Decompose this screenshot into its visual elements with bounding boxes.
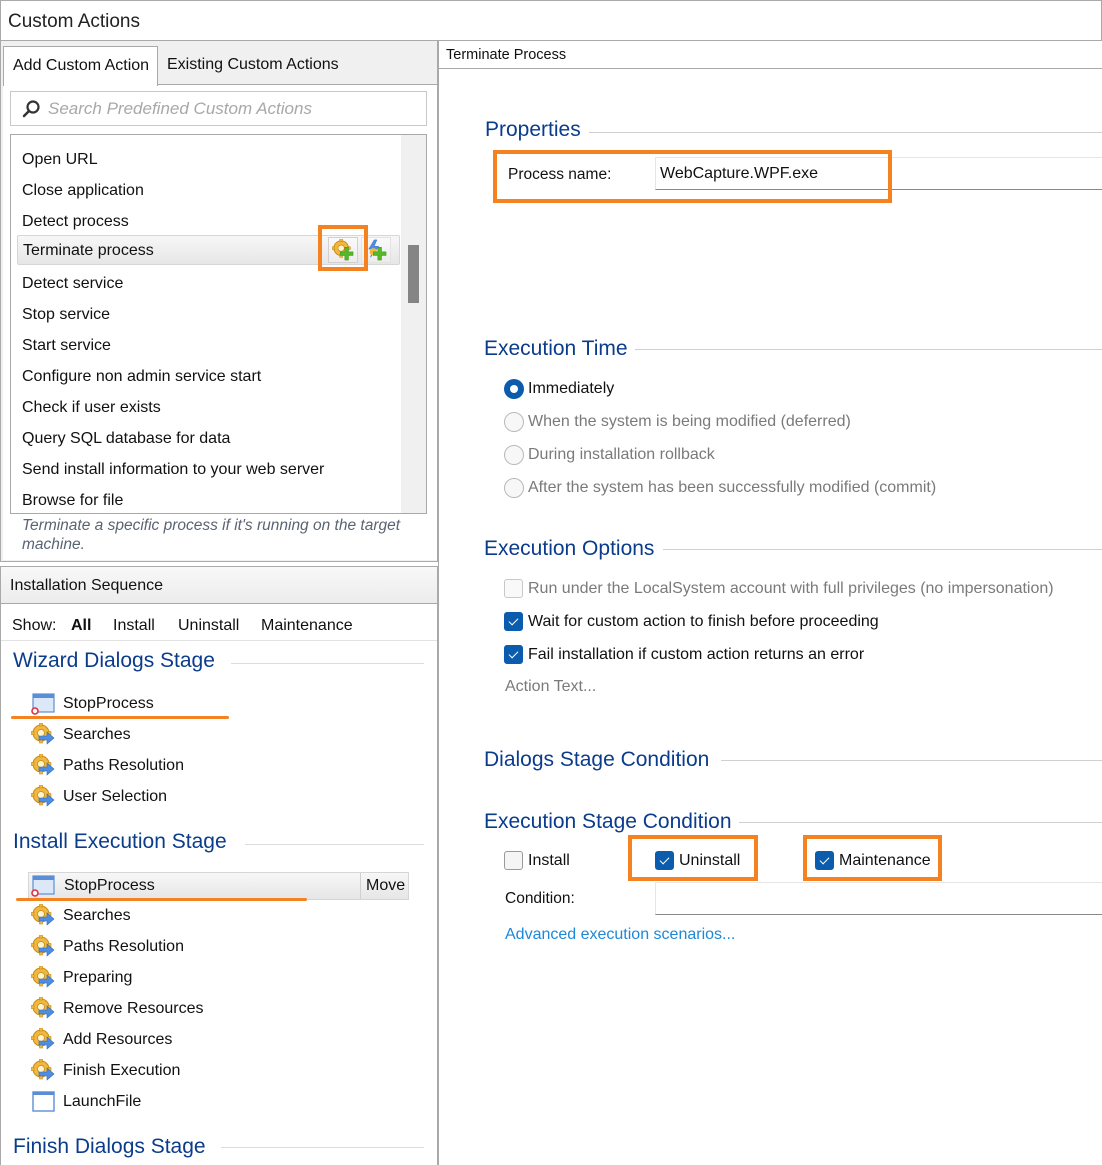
section-title-execution-options: Execution Options <box>484 537 655 560</box>
section-title-execution-condition: Execution Stage Condition <box>484 810 732 833</box>
radio-button[interactable] <box>504 412 524 432</box>
search-box[interactable] <box>10 91 427 126</box>
gear-arrow-icon <box>31 723 55 747</box>
list-item[interactable]: Check if user exists <box>17 393 400 423</box>
list-item-label: Terminate process <box>23 242 154 259</box>
filter-install[interactable]: Install <box>113 617 155 635</box>
highlight-underline <box>11 716 229 719</box>
sequence-item-label: StopProcess <box>64 877 155 894</box>
sequence-item-label: User Selection <box>63 788 168 805</box>
gear-arrow-icon <box>31 785 55 809</box>
window-title: Custom Actions <box>0 0 1102 41</box>
list-item[interactable]: Stop service <box>17 300 400 330</box>
action-text-link[interactable]: Action Text... <box>505 678 596 696</box>
divider <box>589 132 1102 133</box>
list-item[interactable]: Start service <box>17 331 400 361</box>
search-input[interactable] <box>48 98 418 120</box>
dialog-icon <box>31 875 55 897</box>
list-item[interactable]: Close application <box>17 176 400 206</box>
sequence-item-selected[interactable]: StopProcess Move <box>28 872 409 900</box>
highlight-uninstall <box>628 835 758 881</box>
gear-arrow-icon <box>31 1028 55 1052</box>
window-icon <box>32 1091 55 1112</box>
gear-arrow-icon <box>31 997 55 1021</box>
sequence-item-label: Add Resources <box>63 1031 173 1048</box>
gear-arrow-icon <box>31 754 55 778</box>
filter-uninstall[interactable]: Uninstall <box>178 617 239 635</box>
highlight-add-button <box>318 225 368 271</box>
checkbox[interactable] <box>504 645 523 664</box>
installation-sequence-panel: Installation Sequence Show: All Install … <box>0 566 438 1165</box>
filter-all[interactable]: All <box>71 617 91 635</box>
tab-add-custom-action[interactable]: Add Custom Action <box>3 46 158 86</box>
condition-label: Condition: <box>505 890 575 907</box>
list-item-selected[interactable]: Terminate process <box>17 225 400 271</box>
checkbox[interactable] <box>504 612 523 631</box>
filter-maintenance[interactable]: Maintenance <box>261 617 353 635</box>
highlight-underline <box>16 898 307 901</box>
stage-title-wizard-dialogs: Wizard Dialogs Stage <box>13 649 215 672</box>
sequence-item-label: Paths Resolution <box>63 757 184 774</box>
show-filter-bar: Show: All Install Uninstall Maintenance <box>1 605 437 641</box>
action-description: Terminate a specific process if it's run… <box>22 517 401 553</box>
section-title-execution-time: Execution Time <box>484 337 628 360</box>
section-title-dialogs-condition: Dialogs Stage Condition <box>484 748 710 771</box>
stage-title-finish-dialogs: Finish Dialogs Stage <box>13 1135 206 1158</box>
list-item[interactable]: Open URL <box>17 145 400 175</box>
scrollbar-thumb[interactable] <box>408 245 419 303</box>
stage-title-install-execution: Install Execution Stage <box>13 830 227 853</box>
search-icon <box>22 100 40 118</box>
predefined-actions-list[interactable]: Open URL Close application Detect proces… <box>10 134 427 514</box>
gear-arrow-icon <box>31 904 55 928</box>
sequence-item-label: Searches <box>63 726 131 743</box>
highlight-process-name <box>493 150 892 203</box>
list-item[interactable]: Configure non admin service start <box>17 362 400 392</box>
checkbox[interactable] <box>504 579 523 598</box>
panel-header: Terminate Process <box>439 40 1102 69</box>
tab-existing-custom-actions[interactable]: Existing Custom Actions <box>158 46 358 84</box>
advanced-execution-link[interactable]: Advanced execution scenarios... <box>505 926 735 944</box>
sequence-item-label: Preparing <box>63 969 133 986</box>
list-item[interactable]: Send install information to your web ser… <box>17 455 400 485</box>
checkbox[interactable] <box>504 851 523 870</box>
highlight-maintenance <box>803 835 942 881</box>
divider <box>739 822 1102 823</box>
move-button[interactable]: Move <box>360 873 408 899</box>
sequence-item-label: LaunchFile <box>63 1093 142 1110</box>
section-title-properties: Properties <box>485 118 581 141</box>
show-label: Show: <box>12 617 57 634</box>
gear-arrow-icon <box>31 966 55 990</box>
divider <box>231 663 424 664</box>
list-item[interactable]: Query SQL database for data <box>17 424 400 454</box>
radio-button[interactable] <box>504 379 524 399</box>
condition-input[interactable] <box>655 882 1102 915</box>
gear-arrow-icon <box>31 935 55 959</box>
divider <box>245 844 424 845</box>
gear-arrow-icon <box>31 1059 55 1083</box>
radio-button[interactable] <box>504 478 524 498</box>
sequence-item-label: Searches <box>63 907 131 924</box>
properties-panel: Terminate Process Properties Process nam… <box>438 40 1102 1165</box>
sequence-header: Installation Sequence <box>1 567 437 604</box>
divider <box>721 760 1102 761</box>
radio-button[interactable] <box>504 445 524 465</box>
divider <box>635 349 1102 350</box>
sequence-item-label: Remove Resources <box>63 1000 204 1017</box>
add-lightning-icon <box>368 239 387 261</box>
divider <box>663 549 1102 550</box>
list-item[interactable]: Browse for file <box>17 486 400 513</box>
divider <box>221 1147 424 1148</box>
sequence-item-label: Paths Resolution <box>63 938 184 955</box>
dialog-icon <box>31 693 55 715</box>
list-item[interactable]: Detect service <box>17 269 400 299</box>
sequence-item-label: StopProcess <box>63 695 154 712</box>
list-scrollbar[interactable] <box>401 135 426 513</box>
sequence-item-label: Finish Execution <box>63 1062 181 1079</box>
